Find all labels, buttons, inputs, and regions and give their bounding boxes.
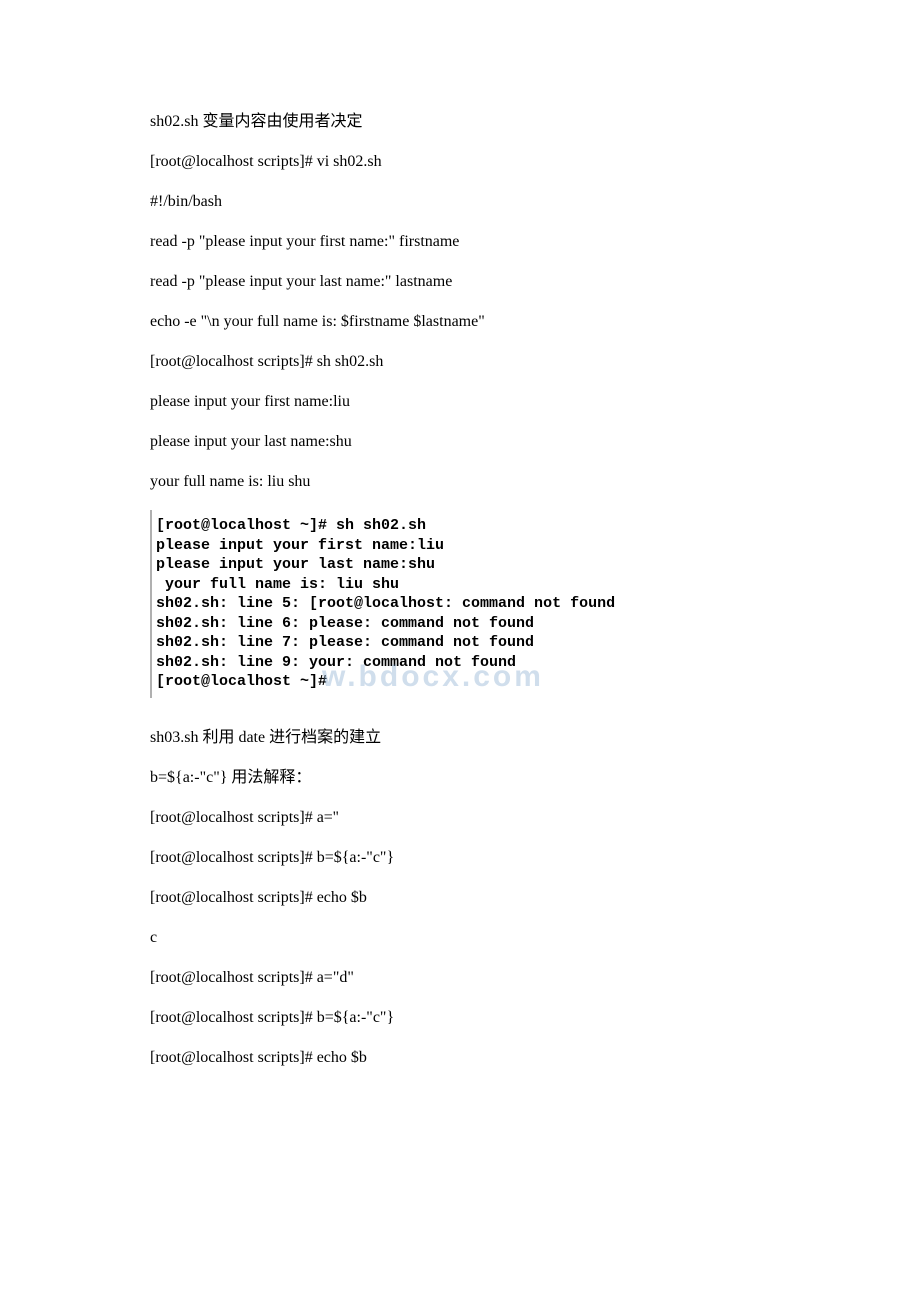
code-line: please input your first name:liu <box>150 390 770 414</box>
code-line: b=${a:-"c"} 用法解释： <box>150 766 770 790</box>
terminal-line: please input your last name:shu <box>156 555 770 575</box>
code-line: [root@localhost scripts]# a="d" <box>150 966 770 990</box>
code-line: your full name is: liu shu <box>150 470 770 494</box>
code-line: read -p "please input your last name:" l… <box>150 270 770 294</box>
code-line: [root@localhost scripts]# vi sh02.sh <box>150 150 770 174</box>
terminal-screenshot: [root@localhost ~]# sh sh02.sh please in… <box>150 510 770 698</box>
code-line: echo -e "\n your full name is: $firstnam… <box>150 310 770 334</box>
terminal-line: your full name is: liu shu <box>156 575 770 595</box>
document-page: sh02.sh 变量内容由使用者决定 [root@localhost scrip… <box>0 0 920 1146</box>
terminal-line: sh02.sh: line 5: [root@localhost: comman… <box>156 594 770 614</box>
code-line: [root@localhost scripts]# b=${a:-"c"} <box>150 1006 770 1030</box>
terminal-line: sh02.sh: line 9: your: command not found <box>156 653 770 673</box>
code-line: [root@localhost scripts]# echo $b <box>150 1046 770 1070</box>
code-line: [root@localhost scripts]# a='' <box>150 806 770 830</box>
code-line: #!/bin/bash <box>150 190 770 214</box>
terminal-line: sh02.sh: line 6: please: command not fou… <box>156 614 770 634</box>
code-line: [root@localhost scripts]# echo $b <box>150 886 770 910</box>
code-line: please input your last name:shu <box>150 430 770 454</box>
terminal-line: [root@localhost ~]# <box>156 672 770 692</box>
section2-title: sh03.sh 利用 date 进行档案的建立 <box>150 726 770 750</box>
section1-title: sh02.sh 变量内容由使用者决定 <box>150 110 770 134</box>
terminal-line: [root@localhost ~]# sh sh02.sh <box>156 516 770 536</box>
code-line: [root@localhost scripts]# sh sh02.sh <box>150 350 770 374</box>
code-line: read -p "please input your first name:" … <box>150 230 770 254</box>
terminal-line: please input your first name:liu <box>156 536 770 556</box>
code-line: [root@localhost scripts]# b=${a:-"c"} <box>150 846 770 870</box>
terminal-line: sh02.sh: line 7: please: command not fou… <box>156 633 770 653</box>
code-line: c <box>150 926 770 950</box>
